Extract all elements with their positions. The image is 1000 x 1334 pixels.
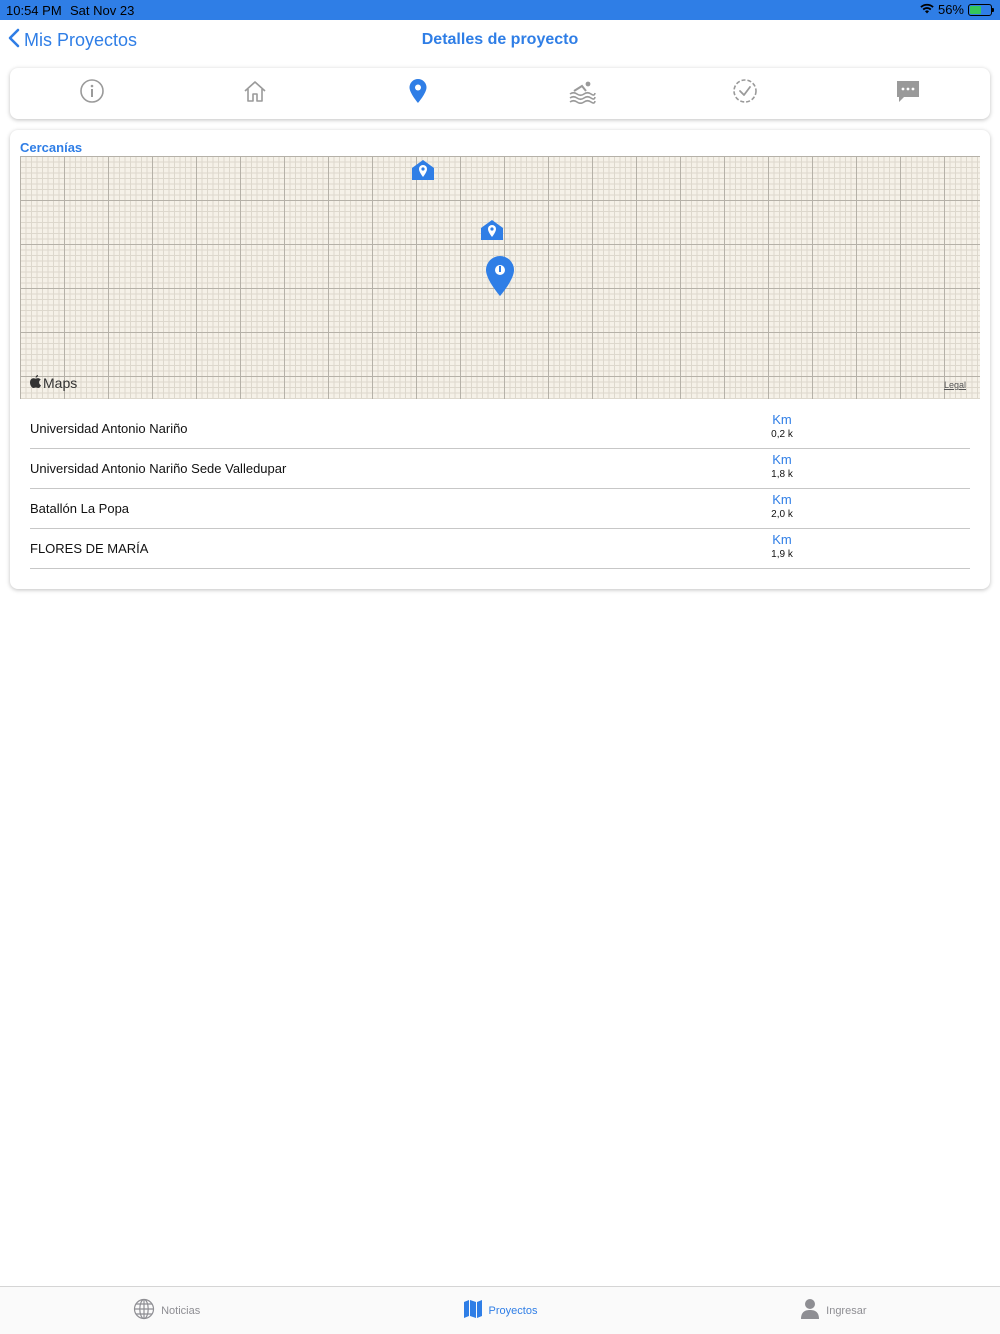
distance-unit: Km [772,412,792,427]
tab-info[interactable] [10,68,173,119]
tab-noticias[interactable]: Noticias [0,1287,333,1334]
status-time: 10:54 PM [6,3,62,18]
tab-proyectos-label: Proyectos [488,1304,538,1317]
status-date: Sat Nov 23 [70,3,135,18]
navigation-bar: Mis Proyectos Detalles de proyecto [0,20,1000,64]
list-item[interactable]: Universidad Antonio Nariño Sede Valledup… [30,449,970,489]
battery-percent: 56% [937,2,964,17]
distance-unit: Km [772,452,792,467]
nearby-list: Universidad Antonio Nariño Km 0,2 k Univ… [30,409,970,569]
tab-ingresar-label: Ingresar [826,1304,867,1317]
page-title: Detalles de proyecto [421,31,579,48]
tab-check[interactable] [663,68,826,119]
distance-value: 2,0 k [771,509,793,520]
distance-unit: Km [772,532,792,547]
tab-messages[interactable] [827,68,990,119]
distance-value: 0,2 k [771,429,793,440]
maps-logo-text: Maps [43,375,78,391]
distance-value: 1,9 k [771,549,793,560]
place-name: Batallón La Popa [30,501,130,516]
place-marker-1[interactable] [411,159,435,186]
wifi-icon [920,2,934,17]
distance-unit: Km [772,492,792,507]
tab-home[interactable] [173,68,336,119]
map-icon [463,1299,483,1322]
home-icon [242,78,268,109]
list-item[interactable]: Batallón La Popa Km 2,0 k [30,489,970,529]
tab-noticias-label: Noticias [161,1304,201,1317]
place-name: Universidad Antonio Nariño Sede Valledup… [30,461,287,476]
map-view[interactable]: Maps Legal [20,156,980,399]
place-marker-2[interactable] [480,219,504,246]
list-item[interactable]: Universidad Antonio Nariño Km 0,2 k [30,409,970,449]
tab-location[interactable] [337,68,500,119]
status-bar: 10:54 PM Sat Nov 23 56% [0,0,1000,20]
section-tabs [10,68,990,119]
globe-icon [133,1298,155,1323]
maps-logo: Maps [30,375,77,391]
user-icon [800,1298,820,1323]
tab-pool[interactable] [500,68,663,119]
info-icon [79,78,105,109]
apple-logo-icon [30,375,41,391]
tab-ingresar[interactable]: Ingresar [667,1287,1000,1334]
pool-icon [568,78,596,109]
project-location-pin[interactable] [485,255,515,302]
list-item[interactable]: FLORES DE MARÍA Km 1,9 k [30,529,970,569]
status-right: 56% [920,2,994,17]
battery-icon [968,3,994,16]
distance-value: 1,8 k [771,469,793,480]
legal-link[interactable]: Legal [944,380,966,390]
place-name: FLORES DE MARÍA [30,541,149,556]
location-pin-icon [407,78,429,109]
place-name: Universidad Antonio Nariño [30,421,188,436]
section-title: Cercanías [20,140,83,155]
tab-proyectos[interactable]: Proyectos [333,1287,666,1334]
bottom-tab-bar: Noticias Proyectos Ingresar [0,1286,1000,1334]
nearby-card: Cercanías Maps Legal Universidad Antonio… [10,130,990,589]
chat-icon [895,78,921,109]
check-circle-icon [732,78,758,109]
